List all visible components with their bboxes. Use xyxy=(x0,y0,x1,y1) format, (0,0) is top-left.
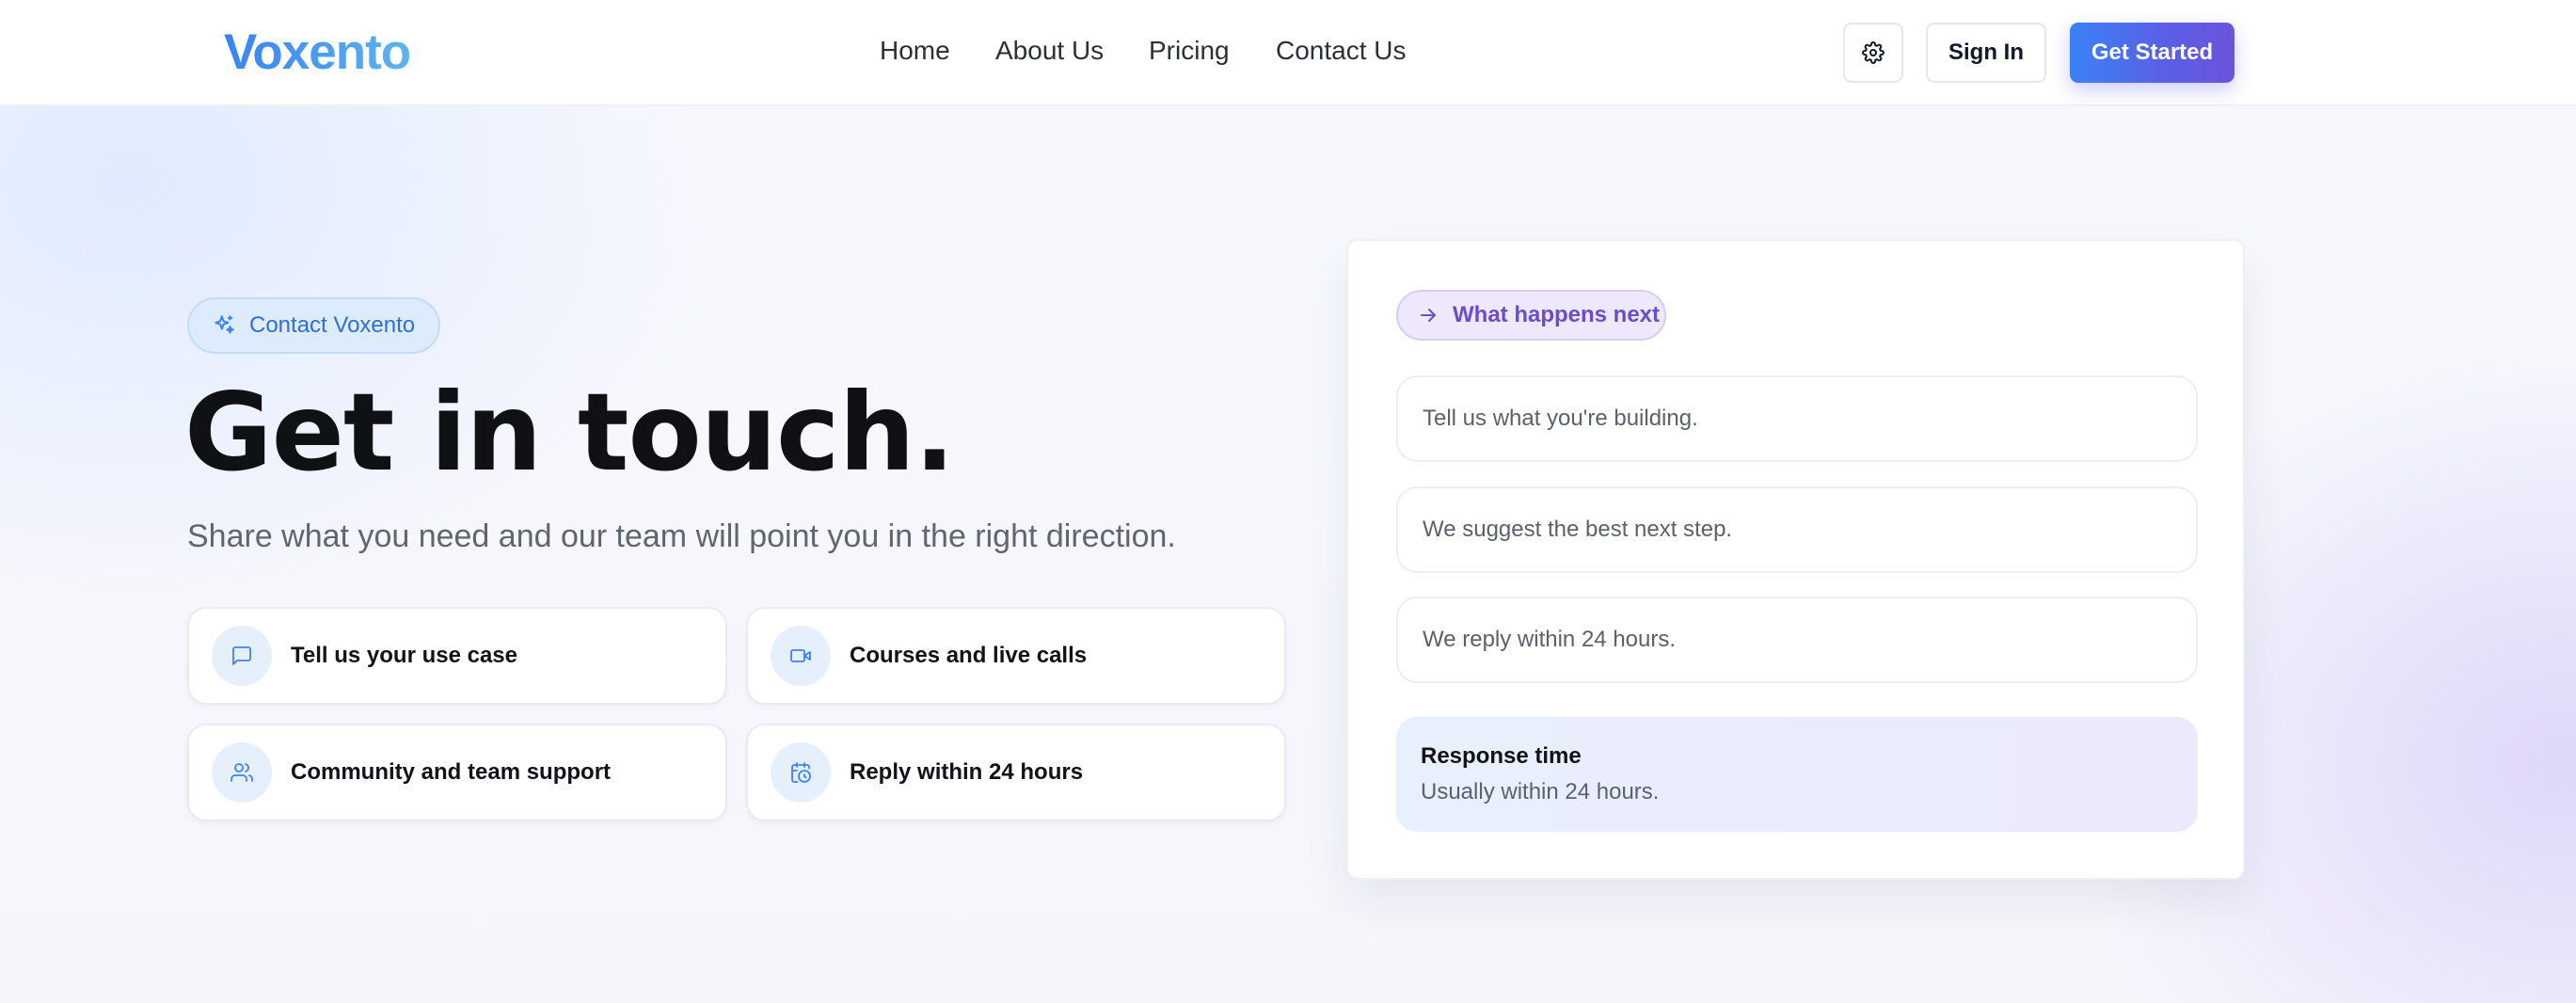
feature-label: Reply within 24 hours xyxy=(850,759,1084,785)
chat-bubble-icon xyxy=(232,646,251,665)
nav-link-contact[interactable]: Contact Us xyxy=(1276,32,1407,70)
calendar-clock-icon xyxy=(791,762,811,783)
settings-button[interactable] xyxy=(1843,23,1903,83)
sparkle-icon xyxy=(215,315,234,334)
sign-in-button[interactable]: Sign In xyxy=(1926,23,2046,83)
response-time-title: Response time xyxy=(1421,743,1582,769)
nav-link-pricing[interactable]: Pricing xyxy=(1149,32,1230,70)
site-header: Voxento Home About Us Pricing Contact Us… xyxy=(0,0,2576,106)
gear-icon xyxy=(1862,41,1884,64)
feature-label: Tell us your use case xyxy=(291,643,517,668)
response-time-box: Response time Usually within 24 hours. xyxy=(1396,717,2198,832)
feature-card-use-case: Tell us your use case xyxy=(187,607,727,705)
response-time-value: Usually within 24 hours. xyxy=(1421,779,1660,804)
video-camera-icon xyxy=(790,649,811,662)
contact-badge-label: Contact Voxento xyxy=(249,312,416,338)
what-happens-next-badge: What happens next xyxy=(1396,290,1666,341)
what-happens-next-label: What happens next xyxy=(1453,302,1661,327)
step-item: We reply within 24 hours. xyxy=(1396,597,2198,683)
page-title: Get in touch. xyxy=(184,370,955,495)
feature-card-reply: Reply within 24 hours xyxy=(746,724,1286,821)
brand-logo[interactable]: Voxento xyxy=(224,23,411,83)
feature-card-community: Community and team support xyxy=(187,724,727,821)
step-item: Tell us what you're building. xyxy=(1396,375,2198,462)
nav-link-about[interactable]: About Us xyxy=(995,32,1104,70)
feature-label: Courses and live calls xyxy=(850,643,1088,668)
nav-link-home[interactable]: Home xyxy=(880,32,950,70)
feature-card-courses: Courses and live calls xyxy=(746,607,1286,705)
users-icon xyxy=(231,763,253,782)
what-happens-next-card: What happens next Tell us what you're bu… xyxy=(1346,239,2245,880)
feature-label: Community and team support xyxy=(291,759,612,785)
get-started-button[interactable]: Get Started xyxy=(2070,23,2234,83)
arrow-right-icon xyxy=(1421,309,1436,322)
page-subtitle: Share what you need and our team will po… xyxy=(187,518,1176,554)
step-item: We suggest the best next step. xyxy=(1396,486,2198,573)
contact-badge: Contact Voxento xyxy=(187,297,440,354)
